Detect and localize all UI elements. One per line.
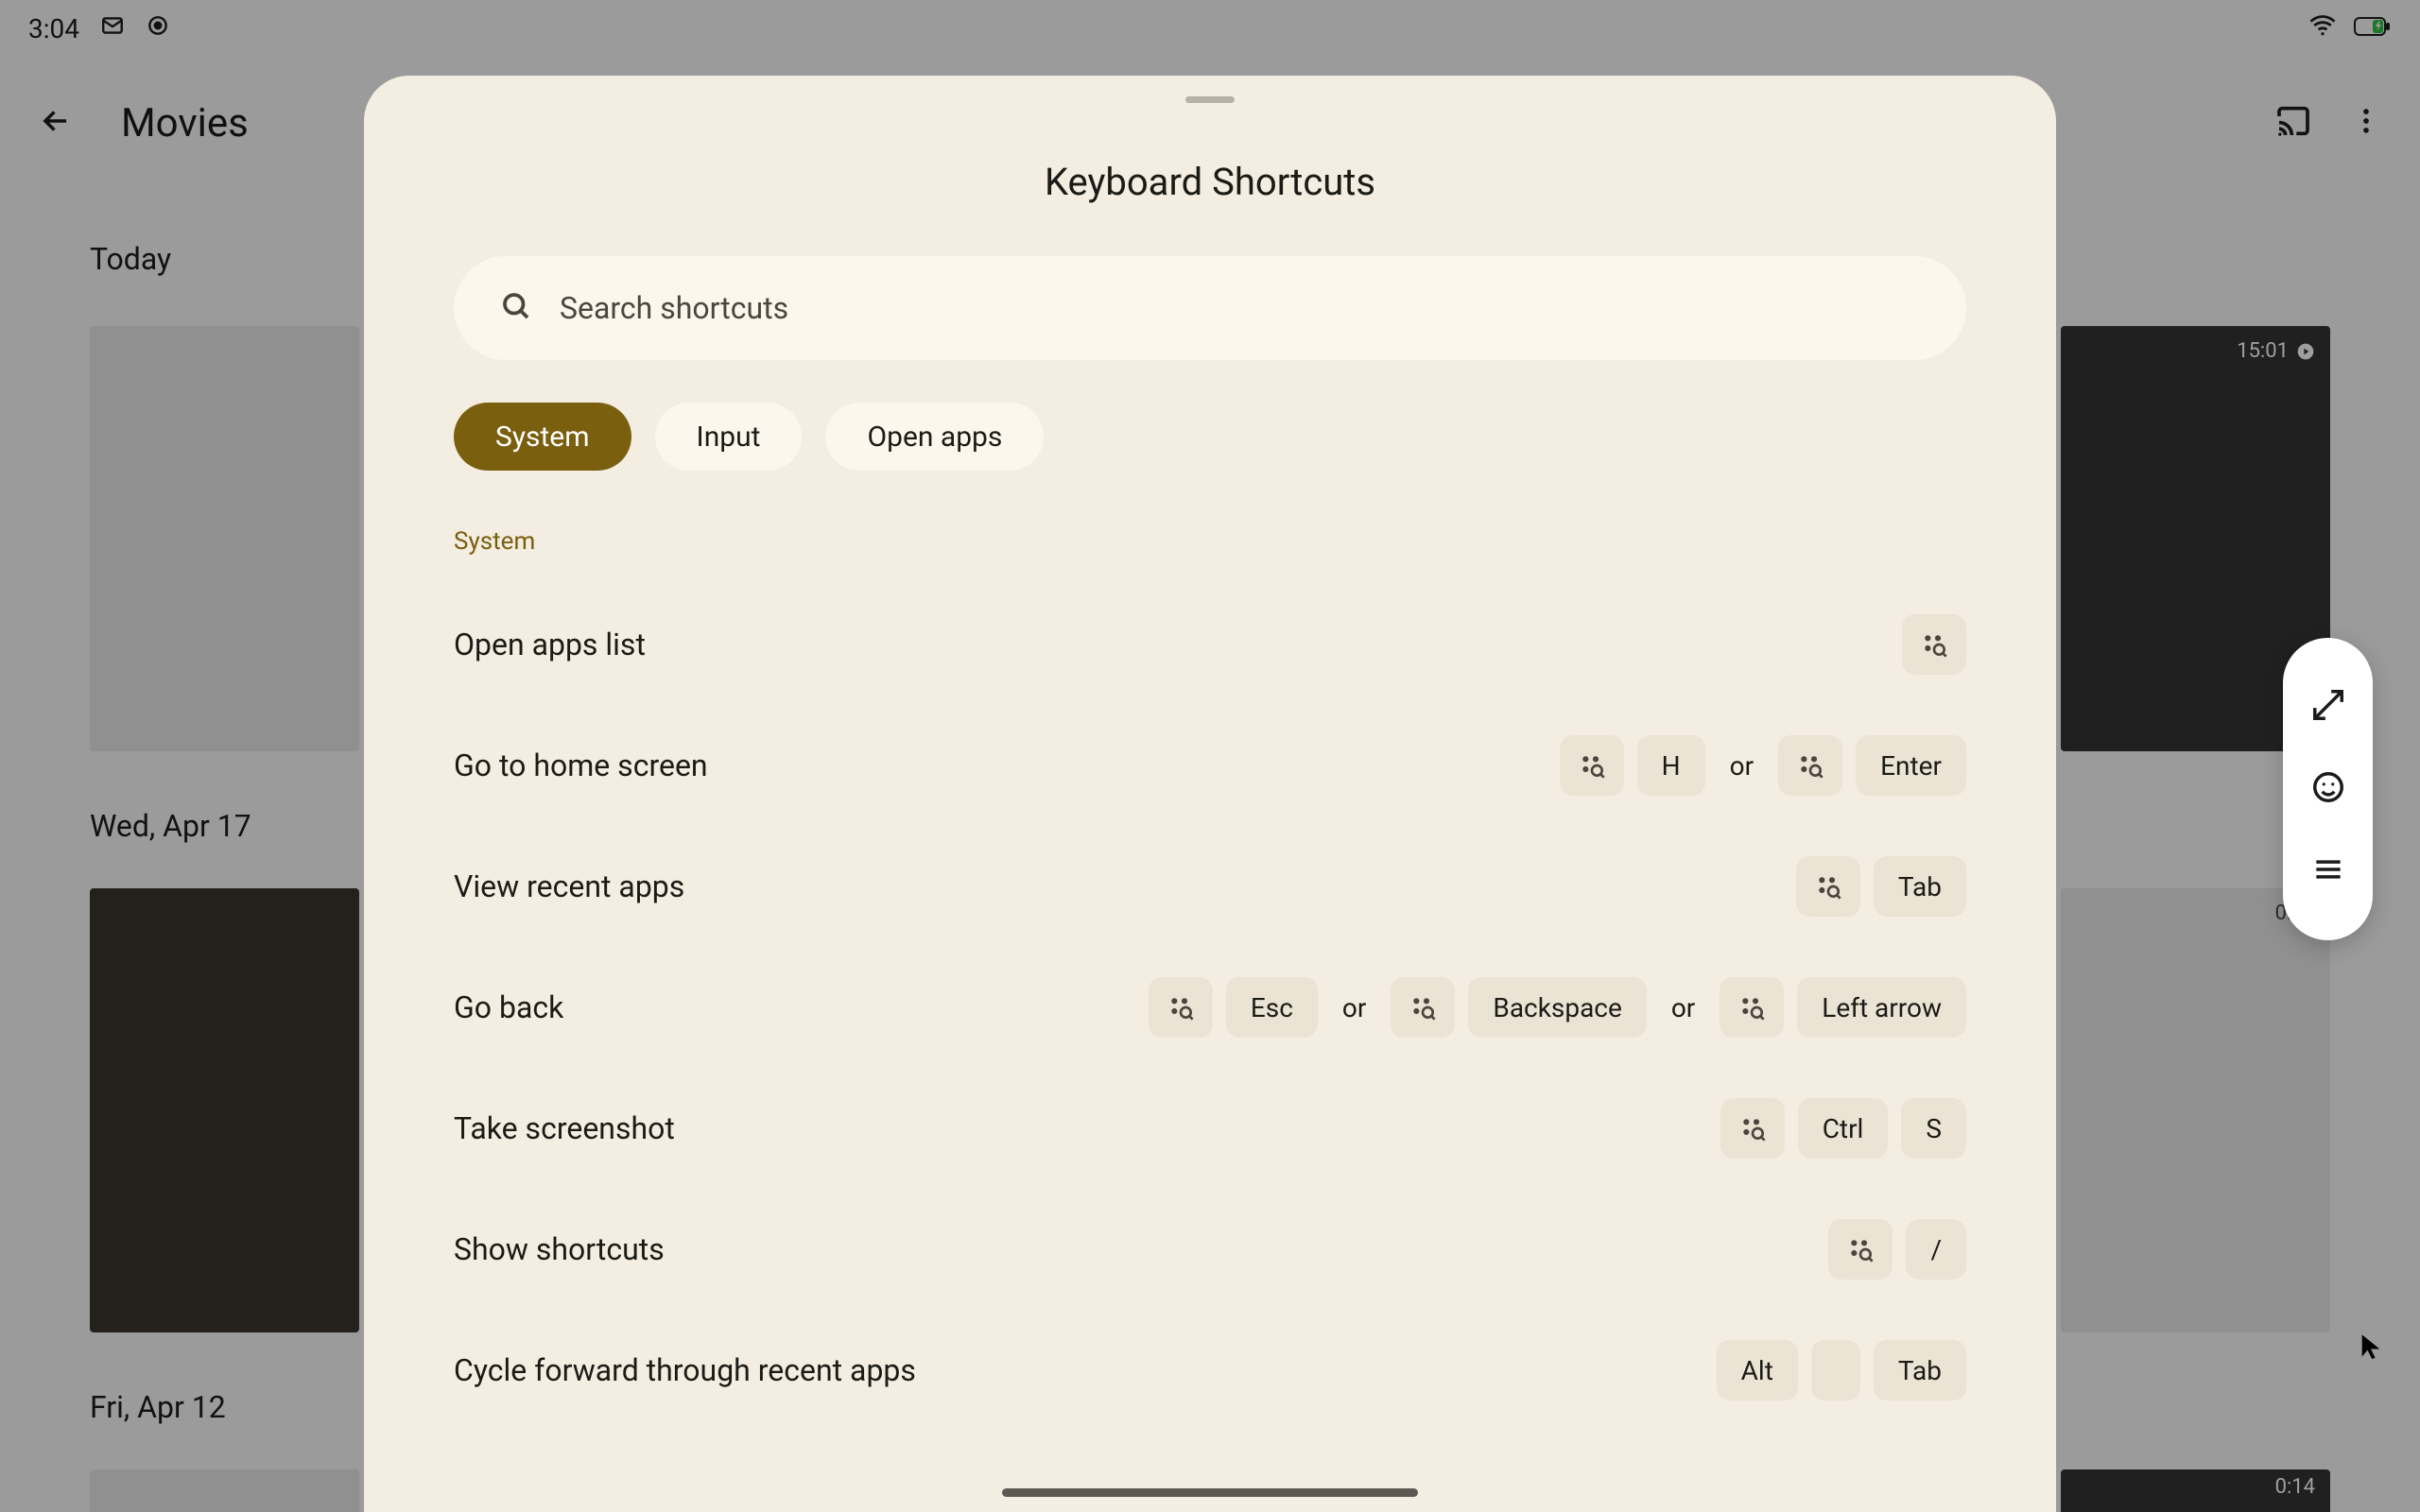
expand-icon[interactable] bbox=[2310, 687, 2346, 727]
status-time: 3:04 bbox=[28, 13, 79, 44]
thumbnail[interactable] bbox=[90, 1469, 359, 1512]
key-left-arrow: Left arrow bbox=[1797, 977, 1966, 1038]
tab-open-apps[interactable]: Open apps bbox=[825, 403, 1044, 471]
meta-key-icon bbox=[1149, 977, 1213, 1038]
mouse-cursor-icon bbox=[2358, 1332, 2384, 1363]
row-label: Open apps list bbox=[454, 627, 646, 662]
battery-icon bbox=[2354, 13, 2392, 44]
row-open-apps-list: Open apps list bbox=[454, 584, 1966, 705]
floating-toolbar bbox=[2283, 638, 2373, 940]
status-bar: 3:04 bbox=[0, 0, 2420, 57]
key-esc: Esc bbox=[1226, 977, 1318, 1038]
thumb-duration: 0:14 bbox=[2275, 1475, 2315, 1499]
key-s: S bbox=[1901, 1098, 1966, 1159]
or-separator: or bbox=[1660, 992, 1706, 1023]
nav-bar-handle[interactable] bbox=[1002, 1488, 1418, 1497]
meta-key-icon bbox=[1720, 1098, 1785, 1159]
tab-input[interactable]: Input bbox=[655, 403, 803, 471]
search-input[interactable] bbox=[560, 290, 1921, 326]
row-label: View recent apps bbox=[454, 868, 684, 904]
or-separator: or bbox=[1719, 750, 1765, 782]
key-tab: Tab bbox=[1874, 1340, 1966, 1400]
section-wed: Wed, Apr 17 bbox=[90, 808, 251, 844]
cast-icon[interactable] bbox=[2274, 102, 2312, 144]
back-icon[interactable] bbox=[38, 103, 74, 143]
shortcut-list: Open apps list Go to home screen H or En… bbox=[454, 584, 1966, 1512]
drag-handle[interactable] bbox=[1185, 96, 1235, 103]
meta-key-icon bbox=[1902, 614, 1966, 675]
meta-key-icon bbox=[1828, 1219, 1893, 1280]
more-icon[interactable] bbox=[2350, 105, 2382, 141]
row-label: Show shortcuts bbox=[454, 1231, 665, 1267]
thumbnail[interactable] bbox=[90, 326, 359, 751]
meta-key-icon bbox=[1720, 977, 1784, 1038]
meta-key-icon bbox=[1796, 856, 1860, 917]
row-label: Go back bbox=[454, 989, 563, 1025]
thumb-duration: 15:01 bbox=[2237, 339, 2315, 363]
row-recent: View recent apps Tab bbox=[454, 826, 1966, 947]
key-ctrl: Ctrl bbox=[1798, 1098, 1889, 1159]
gmail-icon bbox=[100, 13, 125, 44]
wifi-icon bbox=[2308, 11, 2337, 46]
meta-key-icon bbox=[1778, 735, 1842, 796]
section-fri: Fri, Apr 12 bbox=[90, 1389, 226, 1425]
or-separator: or bbox=[1331, 992, 1377, 1023]
app-title: Movies bbox=[121, 100, 249, 146]
row-back: Go back Esc or Backspace or Left arrow bbox=[454, 947, 1966, 1068]
meta-key-icon bbox=[1560, 735, 1624, 796]
key-tab bbox=[1811, 1340, 1860, 1400]
thumbnail[interactable] bbox=[90, 888, 359, 1332]
key-slash: / bbox=[1906, 1219, 1966, 1280]
menu-icon[interactable] bbox=[2310, 851, 2346, 891]
row-label: Go to home screen bbox=[454, 747, 708, 783]
row-show-shortcuts: Show shortcuts / bbox=[454, 1189, 1966, 1310]
group-label: System bbox=[454, 527, 1966, 556]
thumbnail[interactable]: 0:14 bbox=[2061, 1469, 2330, 1512]
shortcuts-sheet: Keyboard Shortcuts System Input Open app… bbox=[364, 76, 2056, 1512]
row-home: Go to home screen H or Enter bbox=[454, 705, 1966, 826]
tab-row: System Input Open apps bbox=[454, 403, 1966, 471]
search-field[interactable] bbox=[454, 256, 1966, 360]
search-icon bbox=[499, 289, 533, 327]
tab-system[interactable]: System bbox=[454, 403, 631, 471]
section-today: Today bbox=[90, 241, 171, 277]
row-label: Cycle forward through recent apps bbox=[454, 1352, 916, 1388]
key-alt: Alt bbox=[1717, 1340, 1798, 1400]
row-cycle-forward: Cycle forward through recent apps Alt Ta… bbox=[454, 1310, 1966, 1431]
rec-icon bbox=[146, 13, 170, 44]
sheet-title: Keyboard Shortcuts bbox=[1045, 160, 1375, 204]
key-enter: Enter bbox=[1856, 735, 1966, 796]
key-backspace: Backspace bbox=[1468, 977, 1646, 1038]
key-tab: Tab bbox=[1874, 856, 1966, 917]
key-h: H bbox=[1637, 735, 1705, 796]
thumbnail[interactable]: 0:10 bbox=[2061, 888, 2330, 1332]
emoji-icon[interactable] bbox=[2310, 769, 2346, 809]
meta-key-icon bbox=[1391, 977, 1455, 1038]
row-screenshot: Take screenshot Ctrl S bbox=[454, 1068, 1966, 1189]
row-label: Take screenshot bbox=[454, 1110, 675, 1146]
